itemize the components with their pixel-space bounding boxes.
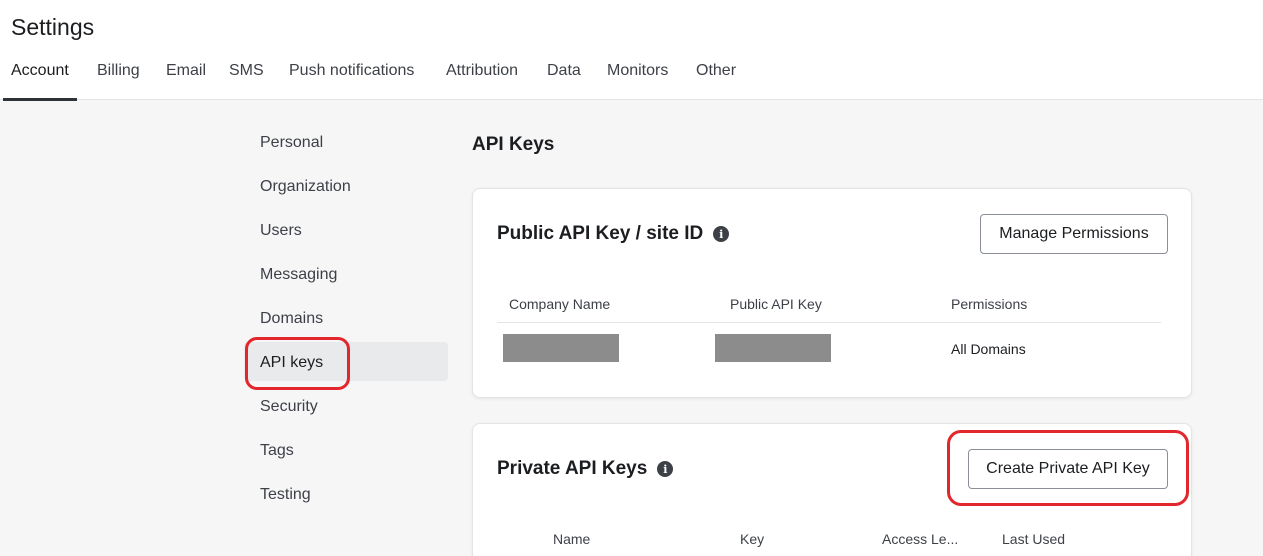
private-api-keys-title: Private API Keys <box>497 458 648 479</box>
subnav-item-organization[interactable]: Organization <box>244 166 448 205</box>
column-header-last-used[interactable]: Last Used <box>1002 531 1065 547</box>
redacted-public-api-key <box>715 334 831 362</box>
account-subnav: Personal Organization Users Messaging Do… <box>244 122 448 518</box>
permissions-cell: All Domains <box>951 341 1026 357</box>
settings-header: Settings Account Billing Email SMS Push … <box>0 0 1263 101</box>
tab-sms[interactable]: SMS <box>229 52 264 100</box>
column-header-access-level[interactable]: Access Le... <box>882 531 958 547</box>
column-header-company-name: Company Name <box>509 296 611 312</box>
public-api-key-title: Public API Key / site ID <box>497 223 704 244</box>
public-api-key-title-row: Public API Key / site ID i <box>497 223 730 245</box>
tab-monitors[interactable]: Monitors <box>607 52 668 100</box>
info-icon[interactable]: i <box>657 461 674 477</box>
tab-push-notifications[interactable]: Push notifications <box>289 52 414 100</box>
column-header-permissions: Permissions <box>951 296 1028 312</box>
private-api-keys-title-row: Private API Keys i <box>497 458 674 480</box>
subnav-item-messaging[interactable]: Messaging <box>244 254 448 293</box>
page-title: Settings <box>11 14 95 40</box>
subnav-item-testing[interactable]: Testing <box>244 474 448 513</box>
subnav-item-users[interactable]: Users <box>244 210 448 249</box>
section-title: API Keys <box>472 134 555 155</box>
tab-attribution[interactable]: Attribution <box>446 52 518 100</box>
tab-billing[interactable]: Billing <box>97 52 140 100</box>
subnav-item-personal[interactable]: Personal <box>244 122 448 161</box>
redacted-company-name <box>503 334 619 362</box>
tab-other[interactable]: Other <box>696 52 736 100</box>
manage-permissions-button[interactable]: Manage Permissions <box>980 214 1168 254</box>
subnav-item-api-keys[interactable]: API keys <box>244 342 448 381</box>
subnav-item-tags[interactable]: Tags <box>244 430 448 469</box>
column-header-name[interactable]: Name <box>553 531 590 547</box>
column-header-key[interactable]: Key <box>740 531 764 547</box>
public-api-key-card: Public API Key / site ID i Manage Permis… <box>472 188 1192 398</box>
info-icon[interactable]: i <box>713 226 730 242</box>
private-api-keys-card: Private API Keys i Create Private API Ke… <box>472 423 1192 556</box>
subnav-item-security[interactable]: Security <box>244 386 448 425</box>
table-header-divider <box>497 322 1161 323</box>
tab-data[interactable]: Data <box>547 52 581 100</box>
tab-account[interactable]: Account <box>3 52 77 101</box>
create-private-api-key-button[interactable]: Create Private API Key <box>968 449 1168 489</box>
subnav-item-domains[interactable]: Domains <box>244 298 448 337</box>
tab-email[interactable]: Email <box>166 52 206 100</box>
column-header-public-api-key: Public API Key <box>730 296 822 312</box>
